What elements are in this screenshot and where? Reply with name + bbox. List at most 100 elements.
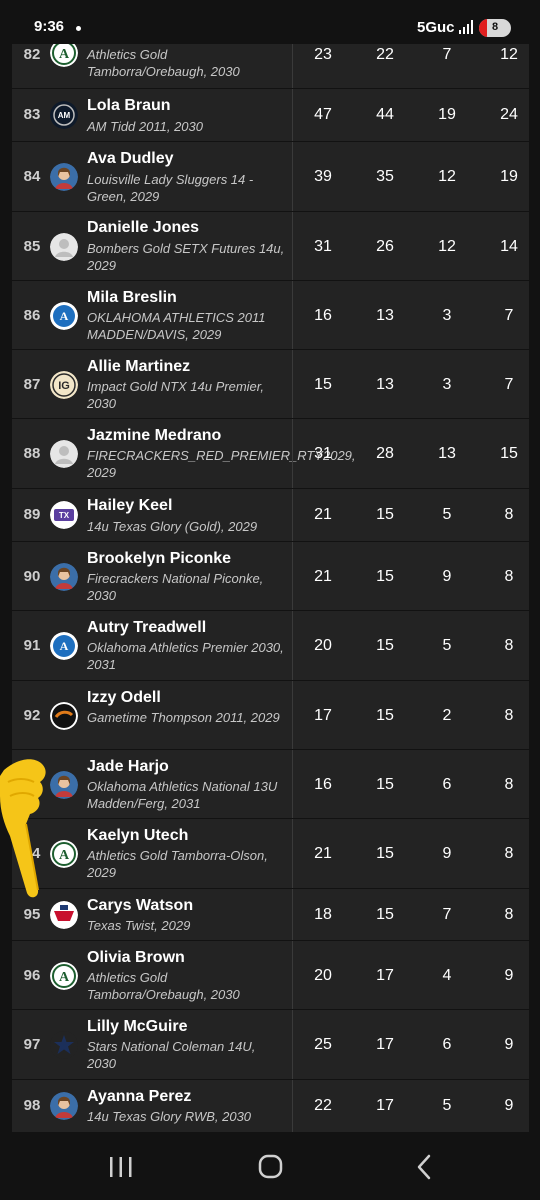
stat-value-2: 26	[376, 238, 394, 255]
table-row[interactable]: 95 Carys Watson Texas Twist, 2029 18 15 7 8	[12, 889, 529, 941]
table-row[interactable]: 86 A Mila Breslin OKLAHOMA ATHLETICS 2011 M…	[12, 281, 529, 350]
table-row[interactable]: 94 A Kaelyn Utech Athletics Gold Tamborra-O…	[12, 819, 529, 889]
player-cell[interactable]: 98 Ayanna Perez 14u Texas Glory RWB, 2030	[12, 1080, 292, 1132]
table-row[interactable]: 85 Danielle Jones Bombers Gold SETX Future…	[12, 212, 529, 281]
player-photo-icon	[50, 1092, 78, 1120]
texas-twist-logo-icon	[50, 901, 78, 929]
stat-value-4: 7	[504, 376, 514, 393]
stat-value-2: 15	[376, 776, 394, 793]
gametime-logo-icon	[50, 702, 78, 730]
column-divider	[292, 750, 293, 818]
rank-number: 82	[23, 46, 41, 63]
player-name[interactable]: Allie Martinez	[87, 358, 190, 376]
column-divider	[292, 611, 293, 680]
player-name[interactable]: Autry Treadwell	[87, 619, 206, 637]
stat-value-2: 17	[376, 1036, 394, 1053]
player-cell[interactable]: 88 Jazmine Medrano FIRECRACKERS_RED_PREMIE…	[12, 419, 356, 488]
team-name: Impact Gold NTX 14u Premier, 2030	[87, 379, 265, 411]
stat-value-2: 15	[376, 506, 394, 523]
rank-number: 85	[23, 238, 41, 255]
rank-number: 96	[23, 967, 41, 984]
stat-value-4: 12	[500, 46, 518, 63]
stat-value-3: 6	[442, 1036, 452, 1053]
table-row[interactable]: 88 Jazmine Medrano FIRECRACKERS_RED_PREMIE…	[12, 419, 529, 489]
player-name[interactable]: Ayanna Perez	[87, 1088, 191, 1106]
leaderboard-table: 82 A Athletics Gold Tamborra/Orebaugh, 203…	[12, 20, 529, 1133]
network-type: 5Guc	[417, 19, 455, 36]
player-name[interactable]: Danielle Jones	[87, 219, 199, 237]
stat-value-2: 22	[376, 46, 394, 63]
player-cell[interactable]: 85 Danielle Jones Bombers Gold SETX Future…	[12, 212, 292, 280]
player-name[interactable]: Lilly McGuire	[87, 1018, 187, 1036]
stat-value-4: 8	[504, 906, 514, 923]
player-name[interactable]: Hailey Keel	[87, 497, 172, 515]
player-name[interactable]: Brookelyn Piconke	[87, 550, 231, 568]
player-cell[interactable]: 92 Izzy Odell Gametime Thompson 2011, 2029	[12, 681, 292, 749]
team-name: Bombers Gold SETX Futures 14u, 2029	[87, 241, 285, 273]
stat-value-2: 15	[376, 707, 394, 724]
table-row[interactable]: 91 A Autry Treadwell Oklahoma Athletics Pre…	[12, 611, 529, 681]
player-cell[interactable]: 97 Lilly McGuire Stars National Coleman 14…	[12, 1010, 292, 1079]
rank-number: 83	[23, 106, 41, 123]
stat-value-3: 6	[442, 776, 452, 793]
rank-number: 98	[23, 1097, 41, 1114]
player-name[interactable]: Ava Dudley	[87, 150, 174, 168]
table-row[interactable]: 92 Izzy Odell Gametime Thompson 2011, 2029…	[12, 681, 529, 750]
player-cell[interactable]: 89 TX Hailey Keel 14u Texas Glory (Gold), 2…	[12, 489, 292, 541]
player-cell[interactable]: 96 A Olivia Brown Athletics Gold Tamborra/O…	[12, 941, 292, 1009]
stat-value-2: 44	[376, 106, 394, 123]
rank-number: 97	[23, 1036, 41, 1053]
stat-value-4: 9	[504, 967, 514, 984]
player-name[interactable]: Lola Braun	[87, 97, 171, 115]
player-photo-icon	[50, 563, 78, 591]
stat-value-3: 4	[442, 967, 452, 984]
table-row[interactable]: 97 Lilly McGuire Stars National Coleman 14…	[12, 1010, 529, 1080]
stat-value-4: 15	[500, 445, 518, 462]
table-row[interactable]: 98 Ayanna Perez 14u Texas Glory RWB, 2030 2…	[12, 1080, 529, 1133]
table-row[interactable]: 83 AM Lola Braun AM Tidd 2011, 2030 47 44 19 24	[12, 89, 529, 142]
stat-value-4: 8	[504, 776, 514, 793]
stat-value-2: 15	[376, 845, 394, 862]
stat-value-3: 2	[442, 707, 452, 724]
stat-value-3: 3	[442, 307, 452, 324]
player-name[interactable]: Olivia Brown	[87, 949, 185, 967]
table-row[interactable]: 89 TX Hailey Keel 14u Texas Glory (Gold), 2…	[12, 489, 529, 542]
stat-value-2: 17	[376, 1097, 394, 1114]
player-name[interactable]: Carys Watson	[87, 897, 193, 915]
player-name[interactable]: Mila Breslin	[87, 289, 177, 307]
column-divider	[292, 350, 293, 418]
stat-value-4: 8	[504, 568, 514, 585]
stat-value-4: 9	[504, 1097, 514, 1114]
table-row[interactable]: 84 Ava Dudley Louisville Lady Sluggers 14 …	[12, 142, 529, 212]
stars-national-logo-icon	[50, 1031, 78, 1059]
table-row[interactable]: 90 Brookelyn Piconke Firecrackers National…	[12, 542, 529, 611]
table-row[interactable]: 87 IG Allie Martinez Impact Gold NTX 14u Pr…	[12, 350, 529, 419]
recent-apps-icon[interactable]	[101, 1153, 141, 1181]
player-cell[interactable]: 84 Ava Dudley Louisville Lady Sluggers 14 …	[12, 142, 292, 211]
table-row[interactable]: 96 A Olivia Brown Athletics Gold Tamborra/O…	[12, 941, 529, 1010]
player-name[interactable]: Jazmine Medrano	[87, 427, 221, 445]
column-divider	[292, 681, 293, 749]
team-name: 14u Texas Glory RWB, 2030	[87, 1109, 252, 1124]
stat-value-1: 21	[314, 506, 332, 523]
table-row[interactable]: 93Jade HarjoOklahoma Athletics National …	[12, 750, 529, 819]
stat-value-3: 12	[438, 238, 456, 255]
back-icon[interactable]	[404, 1153, 444, 1181]
stat-value-3: 7	[442, 46, 452, 63]
stat-value-3: 3	[442, 376, 452, 393]
stat-value-1: 17	[314, 707, 332, 724]
player-cell[interactable]: 83 AM Lola Braun AM Tidd 2011, 2030	[12, 89, 292, 141]
team-name: Oklahoma Athletics National 13U Madden/F…	[87, 779, 278, 811]
player-name[interactable]: Izzy Odell	[87, 689, 161, 707]
player-cell[interactable]: 86 A Mila Breslin OKLAHOMA ATHLETICS 2011 M…	[12, 281, 292, 349]
player-cell[interactable]: 90 Brookelyn Piconke Firecrackers National…	[12, 542, 292, 610]
column-divider	[292, 142, 293, 211]
player-cell[interactable]: 91 A Autry Treadwell Oklahoma Athletics Pre…	[12, 611, 292, 680]
player-name[interactable]: Kaelyn Utech	[87, 827, 188, 845]
player-cell[interactable]: 87 IG Allie Martinez Impact Gold NTX 14u Pr…	[12, 350, 292, 418]
home-icon[interactable]	[250, 1153, 290, 1181]
team-name: Athletics Gold Tamborra/Orebaugh, 2030	[87, 970, 240, 1002]
stat-value-1: 25	[314, 1036, 332, 1053]
player-name[interactable]: Jade Harjo	[87, 758, 169, 776]
column-divider	[292, 889, 293, 940]
